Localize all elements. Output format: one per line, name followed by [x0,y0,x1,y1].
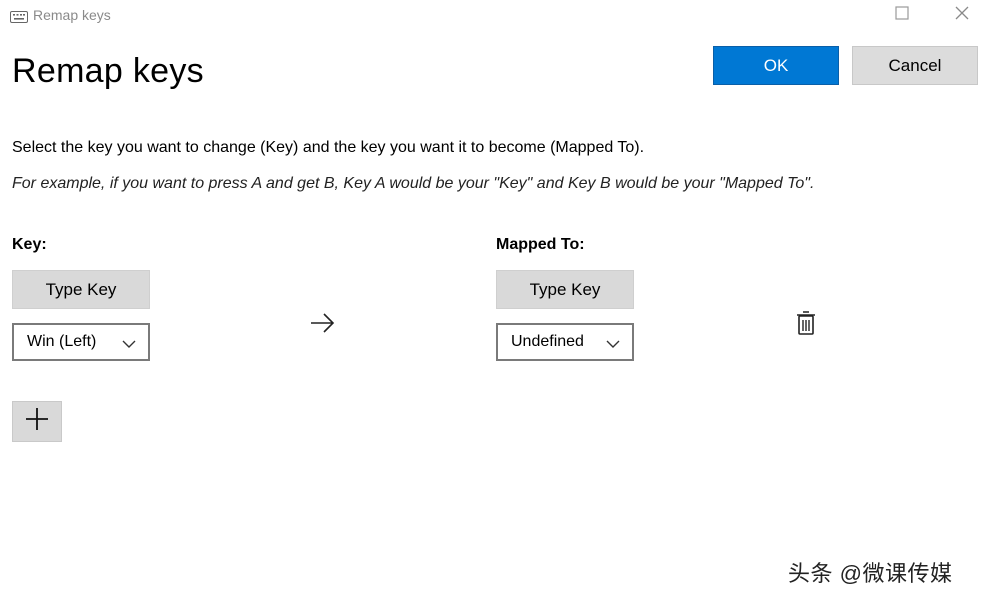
ok-button[interactable]: OK [713,46,839,85]
close-icon [955,6,969,25]
page-title: Remap keys [12,52,204,90]
key-dropdown[interactable]: Win (Left) [12,323,150,361]
plus-icon [24,406,50,437]
mapped-dropdown[interactable]: Undefined [496,323,634,361]
key-column-label: Key: [12,236,47,253]
chevron-down-icon [122,336,136,348]
instructions-text: Select the key you want to change (Key) … [12,139,645,156]
key-type-key-button[interactable]: Type Key [12,270,150,309]
watermark: 头条 @微课传媒 [788,561,953,586]
close-button[interactable] [942,0,982,30]
maximize-icon [895,5,909,25]
cancel-button[interactable]: Cancel [852,46,978,85]
key-dropdown-value: Win (Left) [27,333,97,350]
mapped-type-key-button[interactable]: Type Key [496,270,634,309]
example-text: For example, if you want to press A and … [12,175,815,192]
mapped-to-column-label: Mapped To: [496,236,585,253]
trash-icon[interactable] [795,310,817,336]
maximize-button[interactable] [882,0,922,30]
arrow-right-icon [309,312,337,334]
title-bar: Remap keys [0,0,984,32]
add-mapping-button[interactable] [12,401,62,442]
chevron-down-icon [606,336,620,348]
keyboard-icon [10,10,28,23]
window-title: Remap keys [33,7,111,23]
mapped-dropdown-value: Undefined [511,333,584,350]
